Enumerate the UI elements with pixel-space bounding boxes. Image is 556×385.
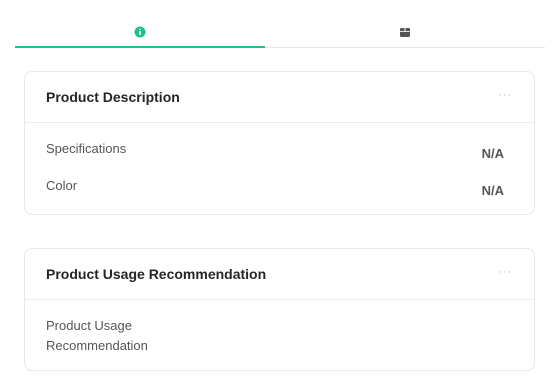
row-label: Specifications xyxy=(46,141,127,156)
card-header: Product Usage Recommendation ··· xyxy=(25,249,534,300)
specifications-row: Specifications N/A xyxy=(46,141,504,161)
tab-bar xyxy=(15,16,545,48)
product-usage-label: Product Usage Recommendation xyxy=(46,318,148,353)
row-value: N/A xyxy=(481,183,504,198)
more-options-icon[interactable]: ··· xyxy=(498,266,512,278)
card-title: Product Description xyxy=(46,89,180,105)
card-header: Product Description ··· xyxy=(25,72,534,123)
tab-product-box[interactable] xyxy=(265,16,545,47)
tab-info[interactable] xyxy=(15,16,265,48)
box-icon xyxy=(399,26,411,38)
row-label: Color xyxy=(46,178,78,193)
product-usage-card: Product Usage Recommendation ··· Product… xyxy=(24,248,535,371)
card-title: Product Usage Recommendation xyxy=(46,266,267,282)
color-row: Color N/A xyxy=(46,178,504,198)
product-description-card: Product Description ··· Specifications N… xyxy=(24,71,535,215)
more-options-icon[interactable]: ··· xyxy=(498,89,512,101)
info-circle-icon xyxy=(134,26,146,38)
row-value: N/A xyxy=(481,146,504,161)
